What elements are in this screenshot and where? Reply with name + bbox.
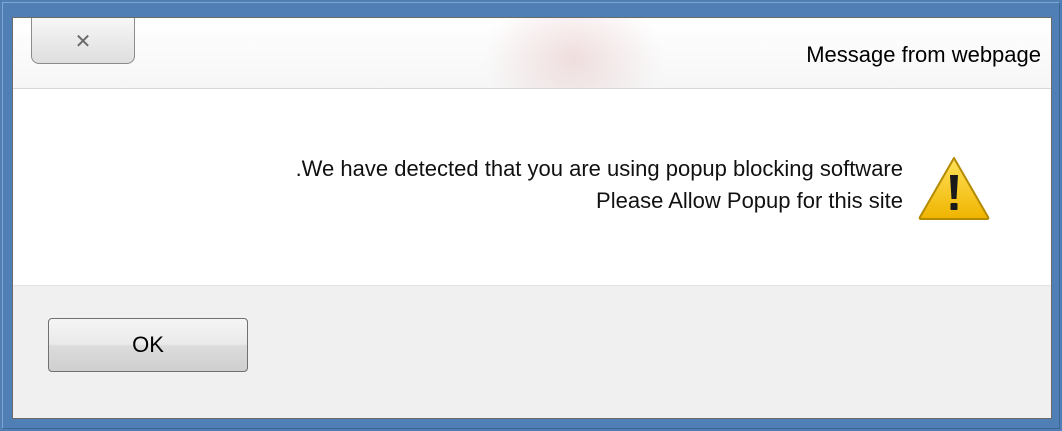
close-button[interactable]: ✕: [31, 18, 135, 64]
dialog-titlebar: ✕ Message from webpage: [13, 18, 1051, 88]
dialog-content: .We have detected that you are using pop…: [13, 88, 1051, 286]
message-line-1: .We have detected that you are using pop…: [295, 156, 903, 181]
ok-button[interactable]: OK: [48, 318, 248, 372]
dialog-message: .We have detected that you are using pop…: [296, 153, 903, 217]
titlebar-watermark: [483, 18, 663, 88]
close-icon: ✕: [74, 28, 92, 53]
dialog-title: Message from webpage: [806, 42, 1041, 67]
message-dialog: ✕ Message from webpage .We have detected…: [12, 17, 1052, 419]
warning-icon: [918, 157, 990, 220]
message-line-2: Please Allow Popup for this site: [596, 188, 903, 213]
